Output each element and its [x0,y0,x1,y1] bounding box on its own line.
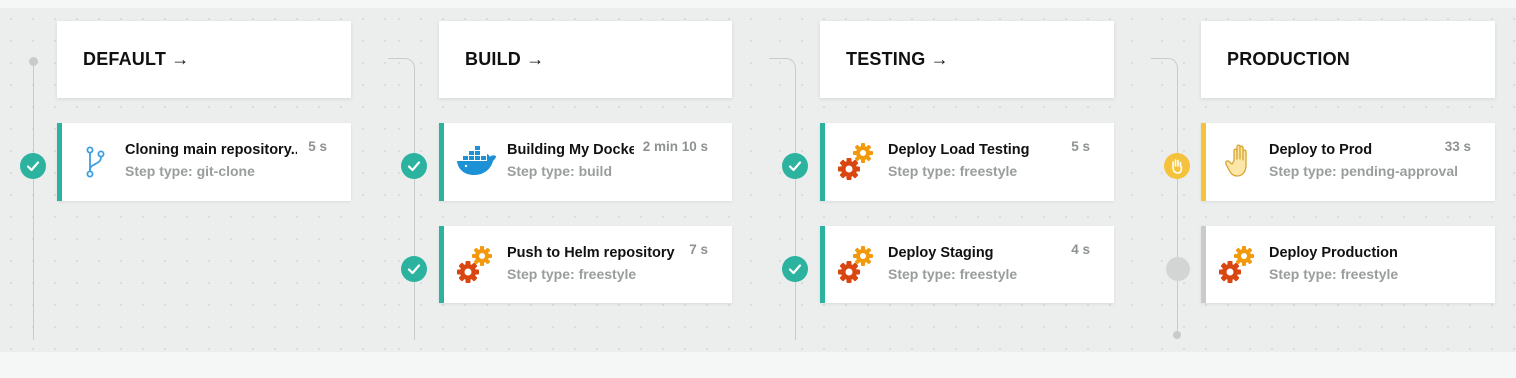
step-duration: 7 s [689,242,708,257]
rail-default [33,62,34,340]
step-name: Cloning main repository... [125,142,297,158]
status-success-icon [20,153,46,179]
step-card[interactable]: Deploy Staging Step type: freestyle 4 s [820,226,1114,303]
rail-testing [795,72,796,340]
arrow-right-icon: → [171,49,190,69]
stage-header-production[interactable]: PRODUCTION [1201,21,1495,98]
stage-title: PRODUCTION [1227,49,1350,69]
step-name: Building My Docke [507,142,634,158]
step-type: Step type: freestyle [888,266,1018,282]
gears-icon [837,245,873,283]
status-bar [439,123,444,201]
connector-production [1151,58,1178,73]
connector-build [388,58,415,73]
git-branch-icon [79,145,115,181]
status-success-icon [401,153,427,179]
step-card[interactable]: Cloning main repository... Step type: gi… [57,123,351,201]
step-type: Step type: freestyle [888,163,1018,179]
step-type: Step type: freestyle [507,266,637,282]
status-bar [57,123,62,201]
step-card[interactable]: Push to Helm repository Step type: frees… [439,226,732,303]
rail-production [1177,72,1178,334]
gears-icon [837,142,873,180]
status-bar [1201,226,1206,303]
docker-whale-icon [455,143,497,179]
status-bar [1201,123,1206,201]
step-card[interactable]: Deploy to Prod Step type: pending-approv… [1201,123,1495,201]
step-duration: 33 s [1444,139,1471,154]
gears-icon [456,245,492,283]
step-name: Deploy Load Testing [888,142,1030,158]
step-card[interactable]: Deploy Production Step type: freestyle [1201,226,1495,303]
step-card[interactable]: Deploy Load Testing Step type: freestyle… [820,123,1114,201]
rail-end-dot [1173,331,1181,339]
status-bar [820,226,825,303]
status-pending-icon [1164,153,1190,179]
step-name: Deploy Production [1269,245,1398,261]
step-type: Step type: build [507,163,612,179]
stage-header-default[interactable]: DEFAULT → [57,21,351,98]
step-duration: 5 s [308,139,327,154]
connector-testing [769,58,796,73]
stage-header-build[interactable]: BUILD → [439,21,732,98]
step-type: Step type: freestyle [1269,266,1399,282]
step-card[interactable]: Building My Docke Step type: build 2 min… [439,123,732,201]
step-name: Push to Helm repository [507,245,675,261]
step-duration: 2 min 10 s [642,139,708,154]
hand-icon [1225,143,1261,179]
stage-title: DEFAULT → [83,49,190,69]
status-success-icon [782,256,808,282]
status-success-icon [782,153,808,179]
stage-header-testing[interactable]: TESTING → [820,21,1114,98]
status-idle-icon [1166,257,1190,281]
status-success-icon [401,256,427,282]
gears-icon [1218,245,1254,283]
rail-build [414,72,415,340]
step-type: Step type: git-clone [125,163,255,179]
step-name: Deploy Staging [888,245,994,261]
stage-title: BUILD → [465,49,545,69]
status-bar [439,226,444,303]
stage-title: TESTING → [846,49,949,69]
status-bar [820,123,825,201]
step-name: Deploy to Prod [1269,142,1373,158]
arrow-right-icon: → [930,49,949,69]
step-type: Step type: pending-approval [1269,163,1459,179]
step-duration: 5 s [1071,139,1090,154]
arrow-right-icon: → [526,49,545,69]
step-duration: 4 s [1071,242,1090,257]
